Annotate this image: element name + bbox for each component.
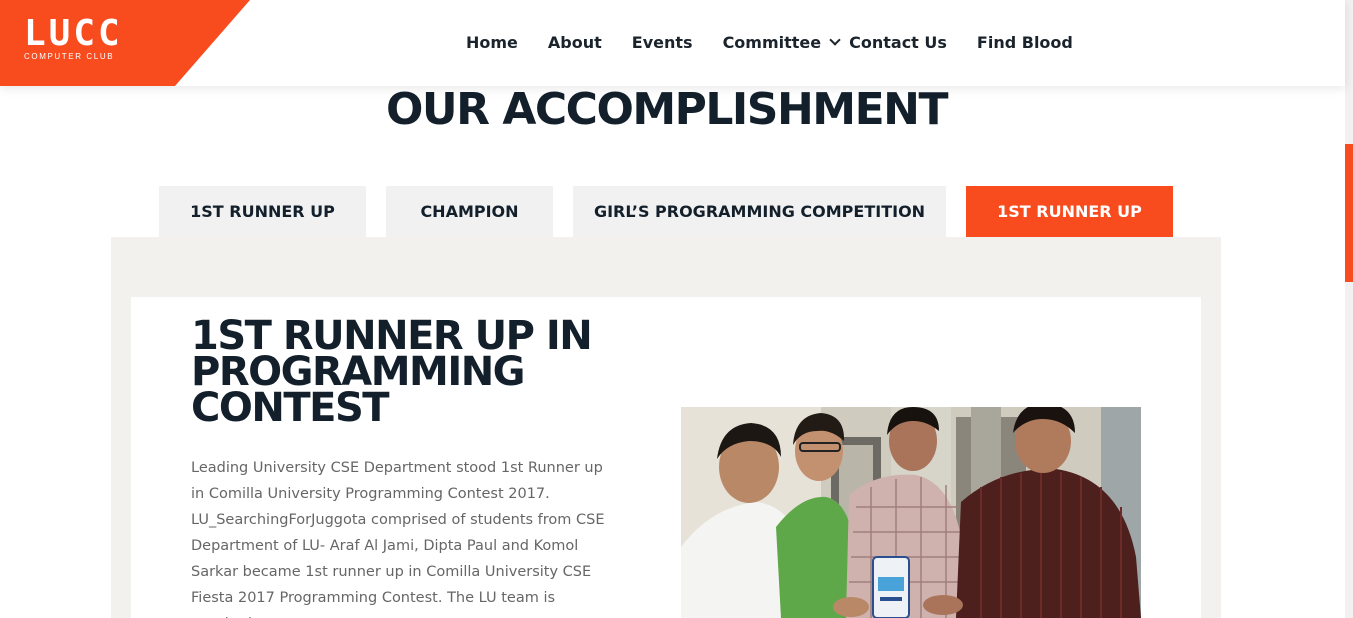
logo-mark: LUCC: [24, 13, 123, 54]
accomplishment-description: Leading University CSE Department stood …: [191, 460, 605, 618]
tab-1st-runner-up-active[interactable]: 1ST RUNNER UP: [966, 186, 1173, 237]
team-photo: [681, 407, 1141, 618]
nav-find-blood[interactable]: Find Blood: [977, 33, 1073, 52]
scrollbar-thumb[interactable]: [1345, 144, 1353, 282]
page-scrollbar[interactable]: [1345, 0, 1353, 618]
nav-contact-us[interactable]: Contact Us: [849, 33, 947, 52]
nav-committee[interactable]: Committee: [723, 33, 850, 52]
nav-about[interactable]: About: [548, 33, 602, 52]
site-header: LUCC COMPUTER CLUB Home About Events Com…: [0, 0, 1345, 86]
accomplishment-title: 1ST RUNNER UP IN PROGRAMMING CONTEST: [191, 313, 593, 431]
site-logo[interactable]: LUCC COMPUTER CLUB: [24, 14, 136, 70]
tab-girls-programming-competition[interactable]: GIRL’S PROGRAMMING COMPETITION: [573, 186, 946, 237]
section-title: OUR ACCOMPLISHMENT: [385, 84, 949, 135]
nav-events[interactable]: Events: [632, 33, 693, 52]
nav-committee-label: Committee: [722, 32, 822, 52]
chevron-down-icon[interactable]: [829, 34, 841, 46]
tab-champion[interactable]: CHAMPION: [386, 186, 553, 237]
tab-1st-runner-up[interactable]: 1ST RUNNER UP: [159, 186, 366, 237]
main-nav: Home About Events Committee Contact Us F…: [466, 30, 1103, 54]
nav-home[interactable]: Home: [466, 33, 518, 52]
